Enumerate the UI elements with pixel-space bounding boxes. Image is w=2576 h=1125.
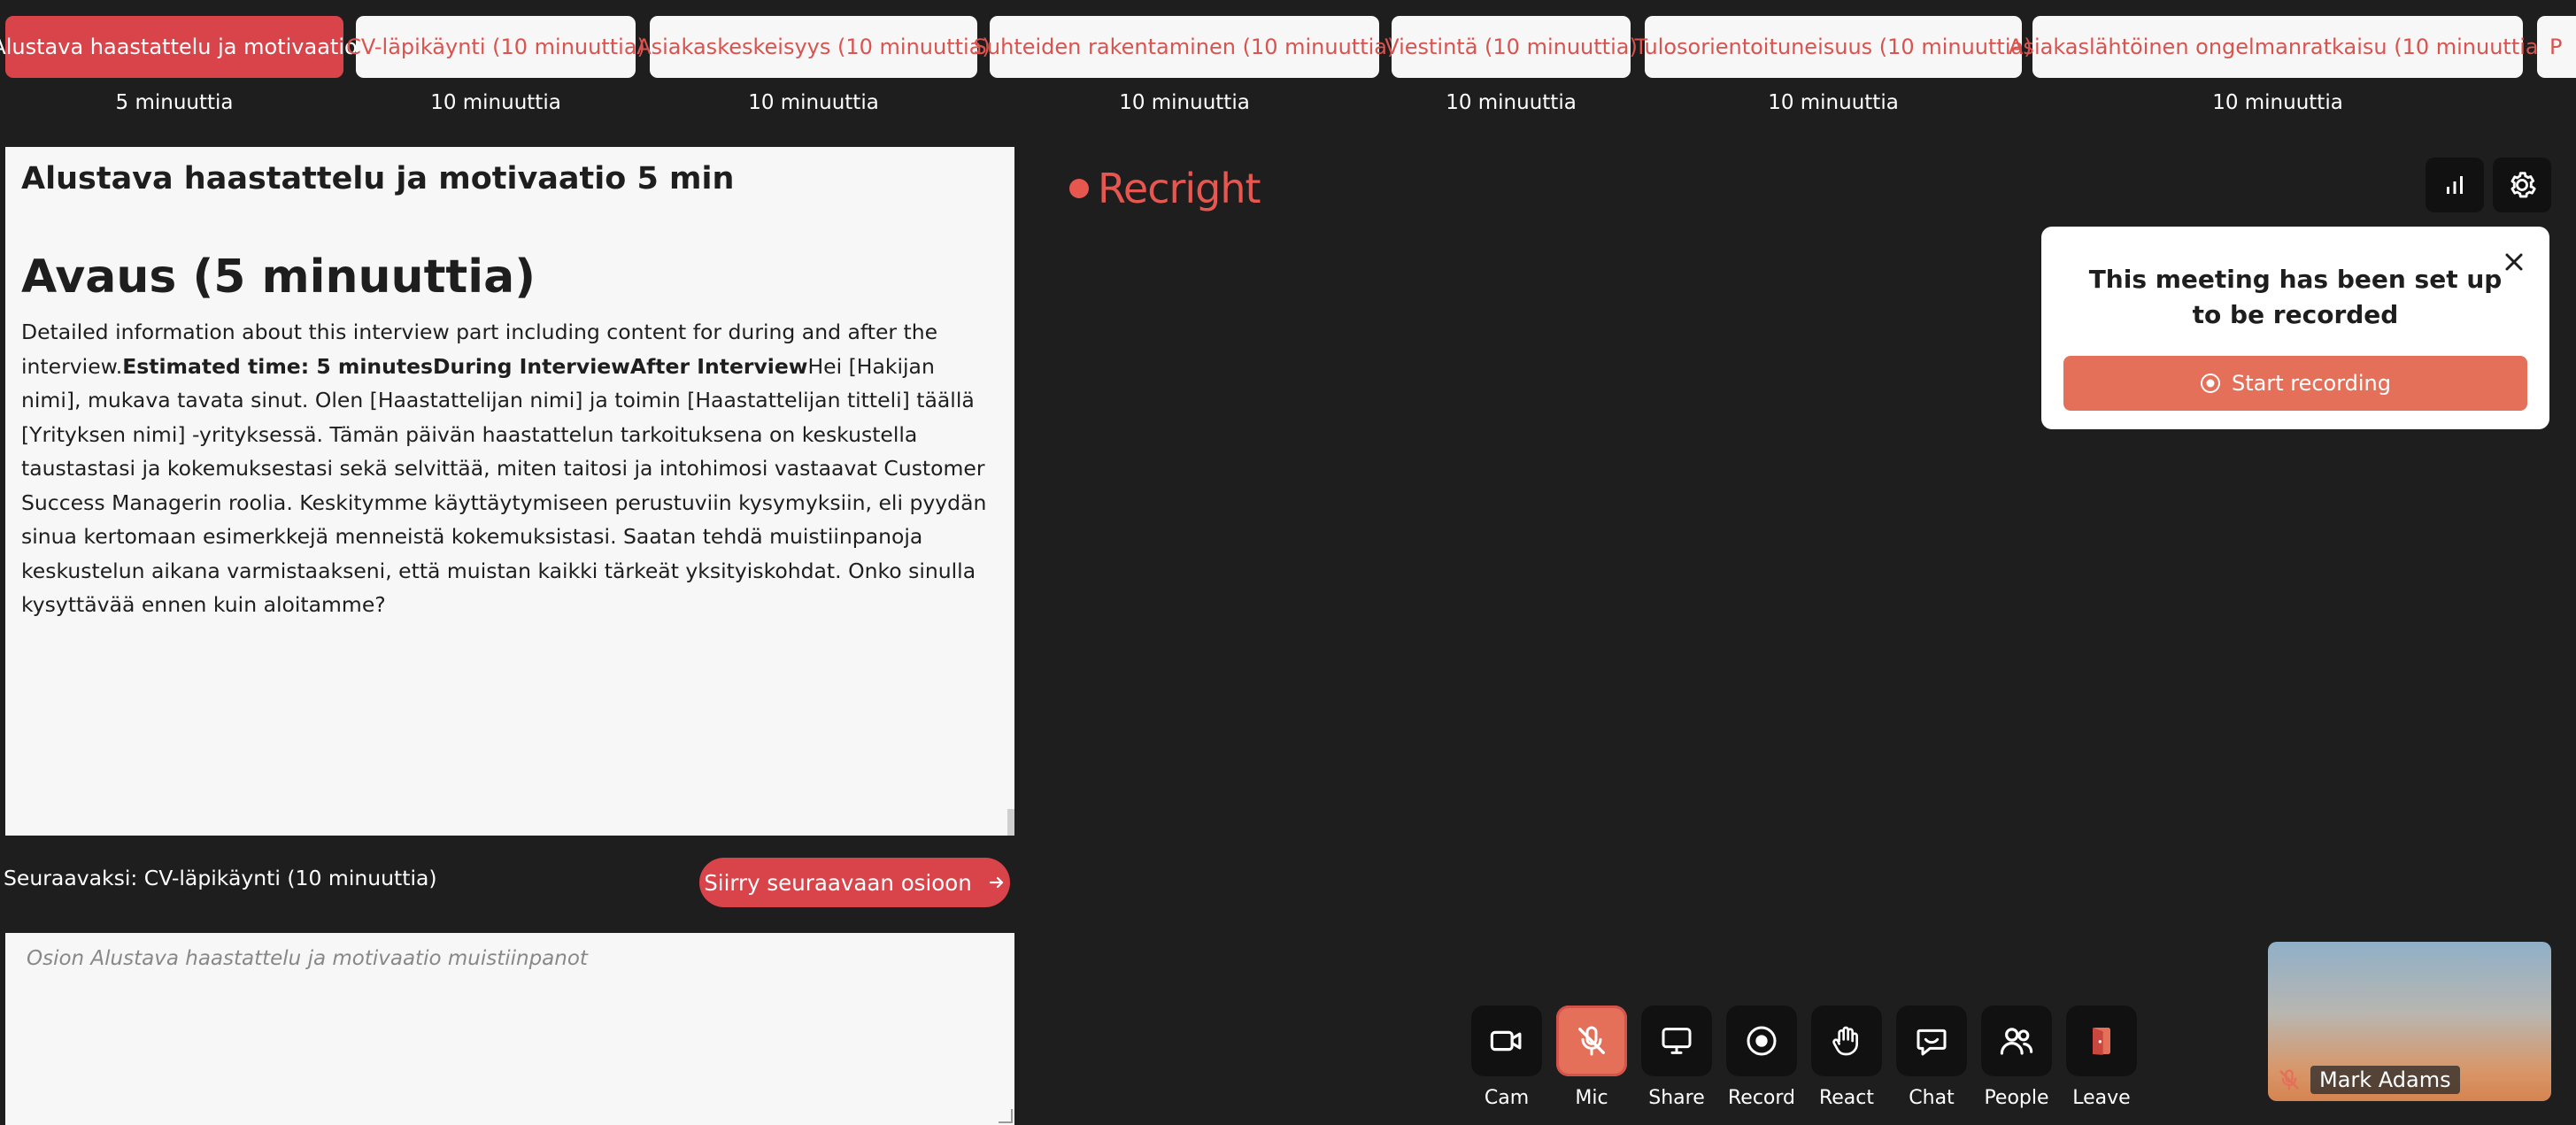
notes-placeholder: Osion Alustava haastattelu ja motivaatio…	[27, 947, 588, 970]
tool-mic: Mic	[1556, 1006, 1627, 1109]
tab-button[interactable]: Suhteiden rakentaminen (10 minuuttia)	[974, 16, 1395, 78]
tool-share: Share	[1641, 1006, 1712, 1109]
chat-button[interactable]	[1896, 1006, 1967, 1076]
record-label: Record	[1727, 1087, 1795, 1109]
tab-button[interactable]: P	[2537, 16, 2576, 78]
cam-label: Cam	[1484, 1087, 1530, 1109]
screen-share-icon	[1662, 1028, 1692, 1054]
arrow-right-icon	[989, 876, 1003, 889]
next-section-button[interactable]: Siirry seuraavaan osioon	[699, 858, 1010, 907]
record-button[interactable]	[1726, 1006, 1797, 1076]
tab-button[interactable]: CV-läpikäynti (10 minuuttia)	[346, 16, 645, 78]
recording-popup: This meeting has been set up to be recor…	[2041, 227, 2549, 429]
react-label: React	[1818, 1087, 1875, 1109]
tab-button[interactable]: Alustava haastattelu ja motivaatio	[0, 16, 358, 78]
body-rest: Hei [Hakijan nimi], mukava tavata sinut.…	[21, 353, 987, 618]
next-section-button-label: Siirry seuraavaan osioon	[704, 869, 972, 896]
tab-button[interactable]: Viestintä (10 minuuttia)	[1384, 16, 1638, 78]
start-recording-label: Start recording	[2231, 371, 2392, 396]
recording-popup-title: This meeting has been set up to be recor…	[2088, 265, 2503, 329]
people-button[interactable]	[1981, 1006, 2052, 1076]
notes-textarea[interactable]: Osion Alustava haastattelu ja motivaatio…	[5, 933, 1014, 1125]
tab-duration: 10 minuuttia	[430, 91, 561, 114]
logo-dot-icon	[1069, 179, 1089, 198]
mic-label: Mic	[1575, 1087, 1608, 1109]
share-label: Share	[1648, 1087, 1705, 1109]
body-bold: Estimated time: 5 minutesDuring Intervie…	[122, 353, 808, 379]
camera-icon	[1490, 1030, 1522, 1052]
start-recording-button[interactable]: Start recording	[2063, 356, 2527, 411]
tab-duration: 10 minuuttia	[1768, 91, 1899, 114]
record-icon	[1747, 1026, 1777, 1056]
section-title: Alustava haastattelu ja motivaatio 5 min	[21, 161, 735, 196]
react-button[interactable]	[1811, 1006, 1882, 1076]
chat-label: Chat	[1909, 1087, 1955, 1109]
tool-record: Record	[1726, 1006, 1797, 1109]
settings-button[interactable]	[2493, 158, 2551, 212]
mic-button[interactable]	[1556, 1006, 1627, 1076]
tool-leave: Leave	[2066, 1006, 2137, 1109]
share-button[interactable]	[1641, 1006, 1712, 1076]
people-icon	[2000, 1028, 2033, 1055]
section-info-panel: Alustava haastattelu ja motivaatio 5 min…	[5, 147, 1014, 836]
mic-off-icon	[2279, 1069, 2299, 1090]
mic-off-icon	[1578, 1026, 1605, 1056]
hand-icon	[1832, 1026, 1858, 1056]
stats-button[interactable]	[2426, 158, 2484, 212]
gear-icon	[2510, 172, 2536, 198]
chat-icon	[1917, 1029, 1947, 1056]
leave-icon	[2093, 1028, 2110, 1055]
participant-name: Mark Adams	[2310, 1066, 2460, 1094]
resize-handle-icon[interactable]	[999, 1109, 1013, 1123]
leave-button[interactable]	[2066, 1006, 2137, 1076]
tab-duration: 10 minuuttia	[2212, 91, 2343, 114]
record-icon	[2200, 374, 2220, 393]
section-body: Detailed information about this intervie…	[21, 315, 999, 622]
self-video-tile[interactable]: Mark Adams	[2268, 942, 2551, 1101]
tab-button[interactable]: Tulosorientoituneisuus (10 minuuttia)	[1634, 16, 2032, 78]
logo-text: Recright	[1098, 165, 1261, 212]
tab-duration: 5 minuuttia	[115, 91, 234, 114]
tab-duration: 10 minuuttia	[1446, 91, 1577, 114]
section-heading: Avaus (5 minuuttia)	[21, 250, 536, 304]
recright-logo: Recright	[1069, 165, 1261, 212]
tool-chat: Chat	[1896, 1006, 1967, 1109]
tab-button[interactable]: Asiakaslähtöinen ongelmanratkaisu (10 mi…	[2009, 16, 2547, 78]
tab-duration: 10 minuuttia	[748, 91, 879, 114]
tool-people: People	[1981, 1006, 2052, 1109]
cam-button[interactable]	[1471, 1006, 1542, 1076]
tool-react: React	[1811, 1006, 1882, 1109]
tab-button[interactable]: Asiakaskeskeisyys (10 minuuttia)	[636, 16, 991, 78]
section-tabs: Alustava haastattelu ja motivaatio 5 min…	[0, 0, 2576, 133]
scrollbar[interactable]	[1007, 809, 1014, 836]
bar-chart-icon	[2447, 176, 2463, 194]
next-section-label: Seuraavaksi: CV-läpikäynti (10 minuuttia…	[4, 866, 437, 890]
tool-cam: Cam	[1471, 1006, 1542, 1109]
people-label: People	[1984, 1087, 2049, 1109]
leave-label: Leave	[2072, 1087, 2131, 1109]
tab-duration: 10 minuuttia	[1119, 91, 1250, 114]
